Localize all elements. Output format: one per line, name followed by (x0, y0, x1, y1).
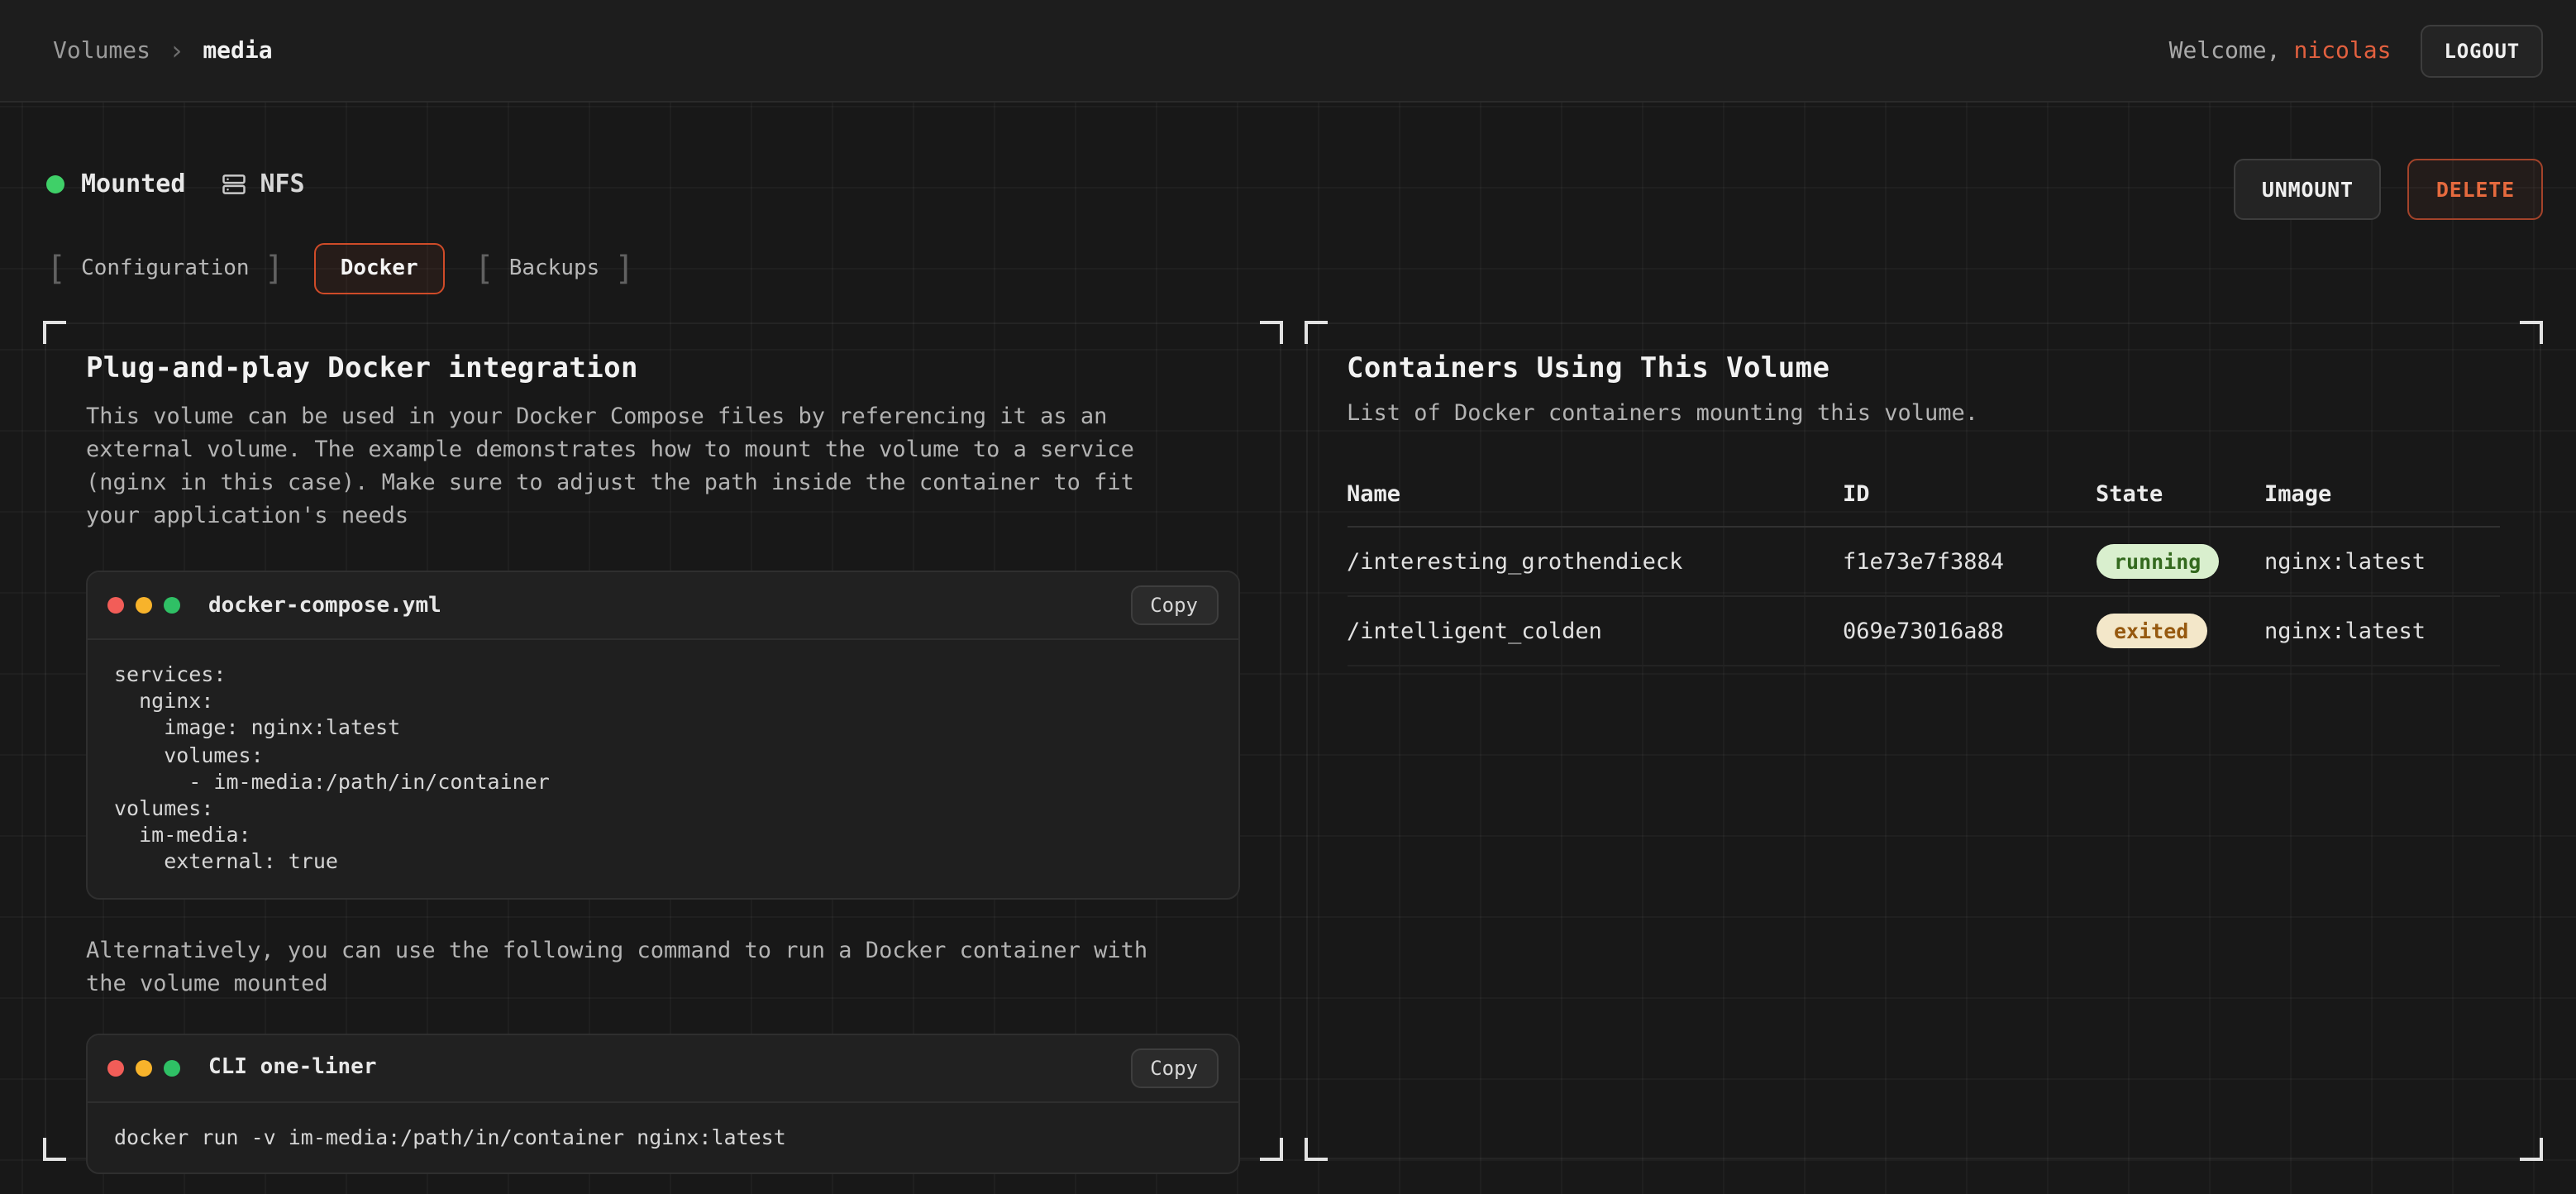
cli-code: docker run -v im-media:/path/in/containe… (88, 1102, 1238, 1172)
container-name: /intelligent_colden (1347, 618, 1843, 644)
window-dot-yellow-icon (136, 1059, 152, 1076)
volume-actions: UNMOUNT DELETE (2234, 159, 2543, 220)
welcome-prefix: Welcome, (2169, 37, 2281, 64)
corner-bracket (1259, 321, 1282, 344)
mount-status-label: Mounted (81, 169, 185, 198)
corner-bracket (2520, 1138, 2543, 1161)
volume-tabs: [ Configuration ] Docker [ Backups ] (46, 240, 634, 296)
mounted-status-dot-icon (46, 174, 64, 193)
docker-integration-panel: Plug-and-play Docker integration This vo… (45, 322, 1281, 1159)
corner-bracket (1304, 321, 1327, 344)
copy-compose-button[interactable]: Copy (1130, 585, 1218, 625)
window-dot-red-icon (107, 1059, 124, 1076)
cli-code-block: CLI one-liner Copy docker run -v im-medi… (86, 1033, 1239, 1173)
table-row[interactable]: /interesting_grothendieck f1e73e7f3884 r… (1347, 528, 2500, 597)
topbar: Volumes › media Welcome, nicolas LOGOUT (0, 0, 2576, 103)
logout-button[interactable]: LOGOUT (2421, 24, 2544, 77)
container-id: 069e73016a88 (1843, 618, 2096, 644)
compose-code-header: docker-compose.yml Copy (88, 572, 1238, 640)
tab-bracket-left: [ (46, 251, 66, 284)
corner-bracket (43, 1138, 66, 1161)
column-header-image: Image (2264, 481, 2500, 508)
table-row[interactable]: /intelligent_colden 069e73016a88 exited … (1347, 597, 2500, 666)
state-badge: running (2096, 544, 2219, 579)
copy-cli-button[interactable]: Copy (1130, 1048, 1218, 1087)
breadcrumb-current-volume: media (203, 37, 272, 64)
cli-intro-text: Alternatively, you can use the following… (86, 934, 1197, 1000)
tab-backups-label: Backups (509, 256, 600, 280)
containers-panel-title: Containers Using This Volume (1347, 352, 2500, 385)
state-badge: exited (2096, 614, 2206, 648)
chevron-right-icon: › (169, 35, 184, 66)
docker-panel-title: Plug-and-play Docker integration (86, 352, 1239, 385)
tab-bracket-left: [ (475, 251, 494, 284)
corner-bracket (43, 321, 66, 344)
compose-code: services: nginx: image: nginx:latest vol… (88, 640, 1238, 897)
container-state-cell: exited (2096, 614, 2264, 648)
docker-panel-description: This volume can be used in your Docker C… (86, 400, 1197, 533)
tab-docker-label: Docker (341, 256, 418, 280)
tab-configuration[interactable]: [ Configuration ] (46, 251, 284, 284)
corner-bracket (1259, 1138, 1282, 1161)
username: nicolas (2293, 37, 2391, 64)
window-dot-red-icon (107, 597, 124, 614)
cli-filename: CLI one-liner (208, 1055, 377, 1080)
main-content: Plug-and-play Docker integration This vo… (45, 322, 2541, 1159)
container-state-cell: running (2096, 544, 2264, 579)
containers-table: Name ID State Image /interesting_grothen… (1347, 468, 2500, 666)
column-header-state: State (2096, 481, 2264, 508)
tab-backups[interactable]: [ Backups ] (475, 251, 635, 284)
container-image: nginx:latest (2264, 548, 2500, 575)
compose-code-block: docker-compose.yml Copy services: nginx:… (86, 571, 1239, 899)
breadcrumb-volumes-link[interactable]: Volumes (53, 37, 150, 64)
cli-code-header: CLI one-liner Copy (88, 1034, 1238, 1102)
delete-button[interactable]: DELETE (2408, 159, 2543, 220)
unmount-button[interactable]: UNMOUNT (2234, 159, 2382, 220)
welcome-text: Welcome, nicolas (2169, 37, 2392, 64)
tab-configuration-label: Configuration (81, 256, 250, 280)
window-dot-green-icon (164, 597, 180, 614)
window-dot-yellow-icon (136, 597, 152, 614)
container-id: f1e73e7f3884 (1843, 548, 2096, 575)
tab-bracket-right: ] (265, 251, 284, 284)
window-dot-green-icon (164, 1059, 180, 1076)
topbar-right: Welcome, nicolas LOGOUT (2169, 24, 2543, 77)
fs-type-label: NFS (260, 169, 304, 198)
containers-panel-subtitle: List of Docker containers mounting this … (1347, 400, 2500, 427)
volume-status-row: Mounted NFS (46, 164, 305, 203)
tab-docker[interactable]: Docker (314, 242, 445, 294)
container-image: nginx:latest (2264, 618, 2500, 644)
corner-bracket (1304, 1138, 1327, 1161)
column-header-name: Name (1347, 481, 1843, 508)
column-header-id: ID (1843, 481, 2096, 508)
tab-bracket-right: ] (614, 251, 634, 284)
server-stack-icon (222, 171, 246, 196)
containers-panel: Containers Using This Volume List of Doc… (1305, 322, 2541, 1159)
container-name: /interesting_grothendieck (1347, 548, 1843, 575)
corner-bracket (2520, 321, 2543, 344)
app-root: Volumes › media Welcome, nicolas LOGOUT … (0, 0, 2576, 1194)
breadcrumb: Volumes › media (53, 35, 273, 66)
table-header-row: Name ID State Image (1347, 468, 2500, 528)
compose-filename: docker-compose.yml (208, 593, 441, 618)
